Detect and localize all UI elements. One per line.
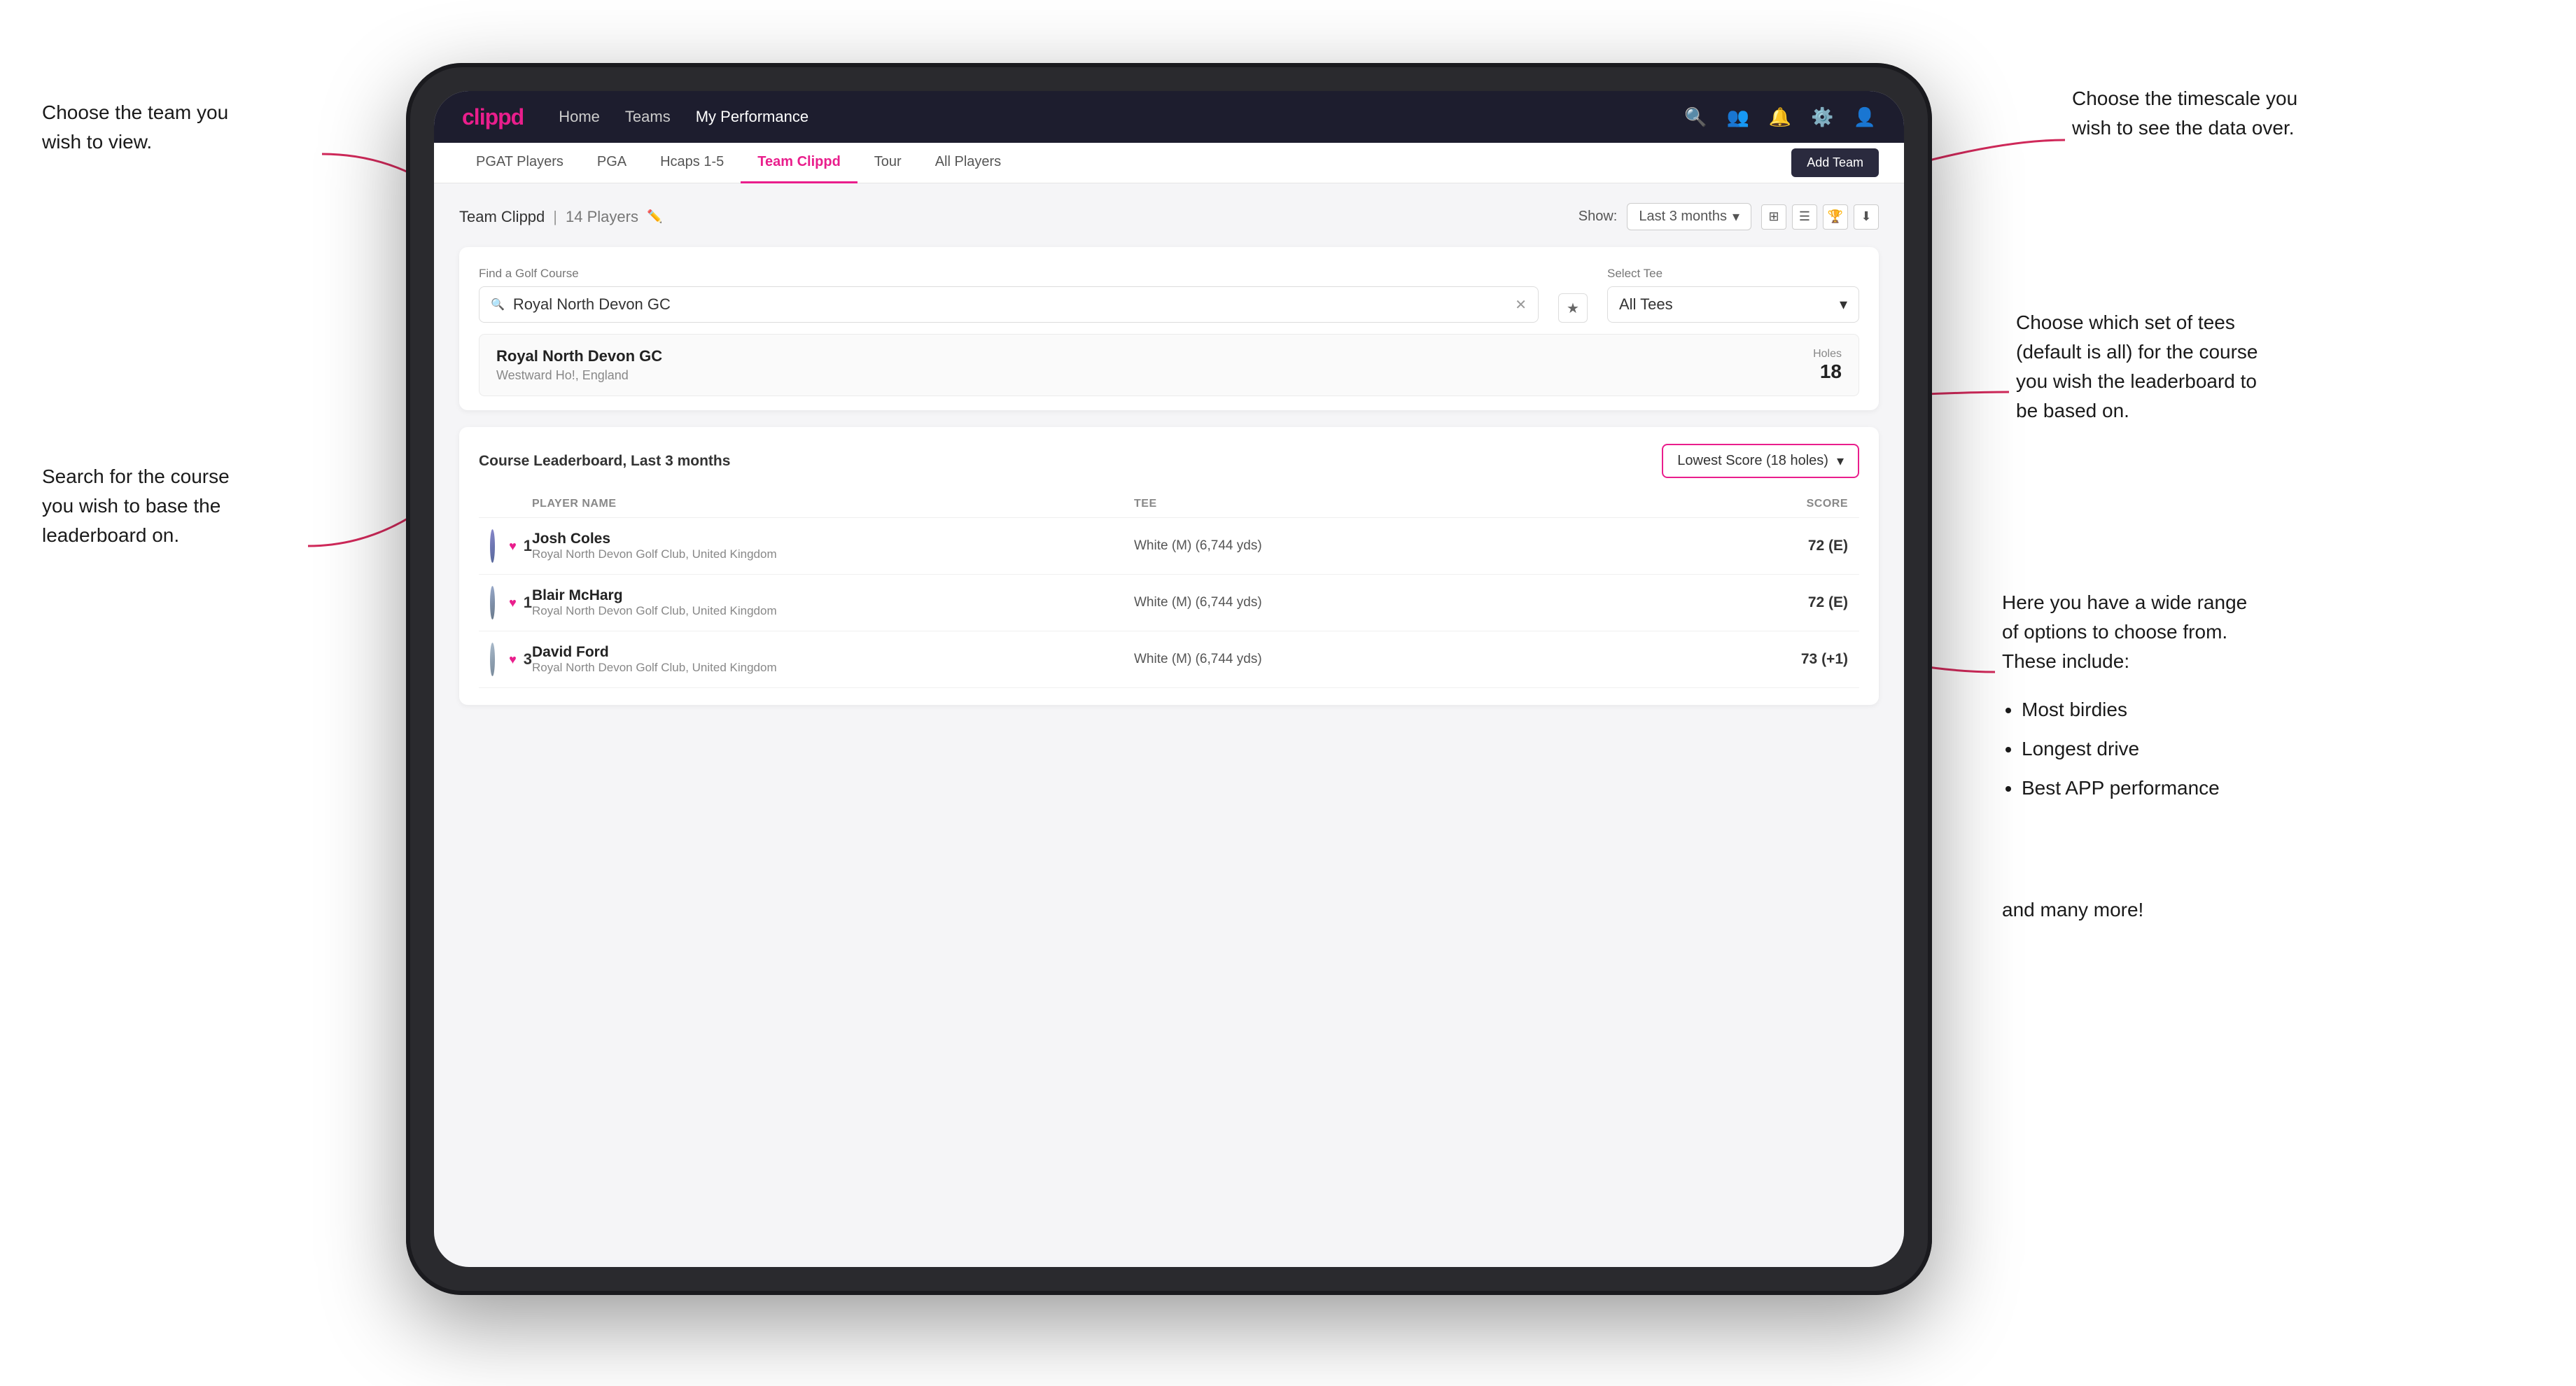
trophy-icon[interactable]: 🏆 [1823,204,1848,230]
player-club-3: Royal North Devon Golf Club, United King… [532,661,777,675]
nav-link-my-performance[interactable]: My Performance [696,108,808,126]
player-rank-1: ♥ 1 [490,529,532,563]
content-area: Team Clippd | 14 Players ✏️ Show: Last 3… [434,183,1904,724]
heart-icon-3[interactable]: ♥ [509,652,517,667]
score-type-dropdown[interactable]: Lowest Score (18 holes) ▾ [1662,444,1859,478]
search-icon-small: 🔍 [491,298,505,312]
chevron-down-icon-tee: ▾ [1840,295,1847,314]
player-club-1: Royal North Devon Golf Club, United King… [532,547,777,561]
annotation-options: Here you have a wide range of options to… [2002,588,2247,808]
table-row: ♥ 1 Blair McHarg Royal North Devon Golf … [479,575,1859,631]
tab-team-clippd[interactable]: Team Clippd [741,143,858,183]
player-info-3: David Ford Royal North Devon Golf Club, … [532,644,1134,675]
heart-icon-1[interactable]: ♥ [509,539,517,554]
download-icon[interactable]: ⬇ [1854,204,1879,230]
list-view-icon[interactable]: ☰ [1792,204,1817,230]
leaderboard-table-header: PLAYER NAME TEE SCORE [479,491,1859,518]
show-dropdown[interactable]: Last 3 months ▾ [1627,203,1751,230]
tab-pga[interactable]: PGA [580,143,643,183]
tablet-device: clippd Home Teams My Performance 🔍 👥 🔔 ⚙… [406,63,1932,1295]
course-info: Royal North Devon GC Westward Ho!, Engla… [496,347,662,383]
table-row: ♥ 1 Josh Coles Royal North Devon Golf Cl… [479,518,1859,575]
chevron-down-icon: ▾ [1732,208,1740,225]
avatar-1 [490,529,495,563]
tee-select[interactable]: All Tees ▾ [1607,286,1859,323]
search-section: Find a Golf Course 🔍 ✕ ★ Select Tee All … [459,247,1879,410]
find-course-label: Find a Golf Course [479,267,1539,281]
search-icon[interactable]: 🔍 [1684,106,1707,128]
player-rank-3: ♥ 3 [490,643,532,676]
player-rank-2: ♥ 1 [490,586,532,620]
table-row: ♥ 3 David Ford Royal North Devon Golf Cl… [479,631,1859,688]
nav-link-home[interactable]: Home [559,108,600,126]
course-location: Westward Ho!, England [496,368,662,383]
leaderboard-header: Course Leaderboard, Last 3 months Lowest… [479,444,1859,478]
avatar-2 [490,586,495,620]
col-tee: TEE [1134,498,1736,510]
holes-label: Holes [1813,348,1842,360]
nav-links: Home Teams My Performance [559,108,808,126]
show-controls: Show: Last 3 months ▾ ⊞ ☰ 🏆 ⬇ [1578,203,1879,230]
avatar-3 [490,643,495,676]
course-name: Royal North Devon GC [496,347,662,365]
col-score: SCORE [1736,498,1848,510]
search-input[interactable] [513,295,1506,314]
tee-label: Select Tee [1607,267,1859,281]
leaderboard-title: Course Leaderboard, Last 3 months [479,453,730,470]
score-2: 72 (E) [1736,594,1848,611]
settings-icon[interactable]: ⚙️ [1811,106,1833,128]
col-player-name: PLAYER NAME [532,498,1134,510]
player-name-3: David Ford [532,644,777,661]
player-info-1: Josh Coles Royal North Devon Golf Club, … [532,531,1134,561]
edit-team-icon[interactable]: ✏️ [647,209,662,224]
annotation-timescale: Choose the timescale you wish to see the… [2072,84,2297,143]
tee-field: Select Tee All Tees ▾ [1607,267,1859,323]
sub-nav: PGAT Players PGA Hcaps 1-5 Team Clippd T… [434,143,1904,183]
tee-info-2: White (M) (6,744 yds) [1134,595,1736,610]
bell-icon[interactable]: 🔔 [1769,106,1791,128]
tablet-screen: clippd Home Teams My Performance 🔍 👥 🔔 ⚙… [434,91,1904,1267]
search-input-wrap: 🔍 ✕ [479,286,1539,323]
annotation-course-search: Search for the course you wish to base t… [42,462,230,550]
user-icon[interactable]: 👤 [1854,106,1876,128]
nav-bar: clippd Home Teams My Performance 🔍 👥 🔔 ⚙… [434,91,1904,143]
nav-link-teams[interactable]: Teams [625,108,671,126]
player-name-1: Josh Coles [532,531,777,547]
tee-info-3: White (M) (6,744 yds) [1134,652,1736,667]
add-team-button[interactable]: Add Team [1791,148,1879,177]
star-button[interactable]: ★ [1558,293,1588,323]
search-row: Find a Golf Course 🔍 ✕ ★ Select Tee All … [479,267,1859,323]
holes-badge: Holes 18 [1813,348,1842,383]
nav-right: 🔍 👥 🔔 ⚙️ 👤 [1684,106,1876,128]
tab-all-players[interactable]: All Players [918,143,1018,183]
tee-info-1: White (M) (6,744 yds) [1134,538,1736,554]
team-title: Team Clippd | 14 Players ✏️ [459,208,662,226]
course-result[interactable]: Royal North Devon GC Westward Ho!, Engla… [479,334,1859,396]
annotation-and-more: and many more! [2002,896,2143,923]
team-header: Team Clippd | 14 Players ✏️ Show: Last 3… [459,203,1879,230]
tab-hcaps[interactable]: Hcaps 1-5 [643,143,741,183]
course-search-field: Find a Golf Course 🔍 ✕ [479,267,1539,323]
heart-icon-2[interactable]: ♥ [509,596,517,610]
player-info-2: Blair McHarg Royal North Devon Golf Club… [532,587,1134,618]
view-icons: ⊞ ☰ 🏆 ⬇ [1761,204,1879,230]
player-club-2: Royal North Devon Golf Club, United King… [532,604,777,618]
clear-button[interactable]: ✕ [1515,296,1527,314]
score-3: 73 (+1) [1736,651,1848,668]
annotation-team-choice: Choose the team you wish to view. [42,98,228,157]
logo: clippd [462,104,524,130]
player-name-2: Blair McHarg [532,587,777,604]
annotation-tee-choice: Choose which set of tees (default is all… [2016,308,2258,426]
people-icon[interactable]: 👥 [1727,106,1749,128]
tab-pgat-players[interactable]: PGAT Players [459,143,580,183]
score-1: 72 (E) [1736,538,1848,554]
grid-view-icon[interactable]: ⊞ [1761,204,1786,230]
tab-tour[interactable]: Tour [858,143,918,183]
leaderboard-section: Course Leaderboard, Last 3 months Lowest… [459,427,1879,705]
holes-number: 18 [1813,360,1842,383]
chevron-down-icon-score: ▾ [1837,452,1844,470]
